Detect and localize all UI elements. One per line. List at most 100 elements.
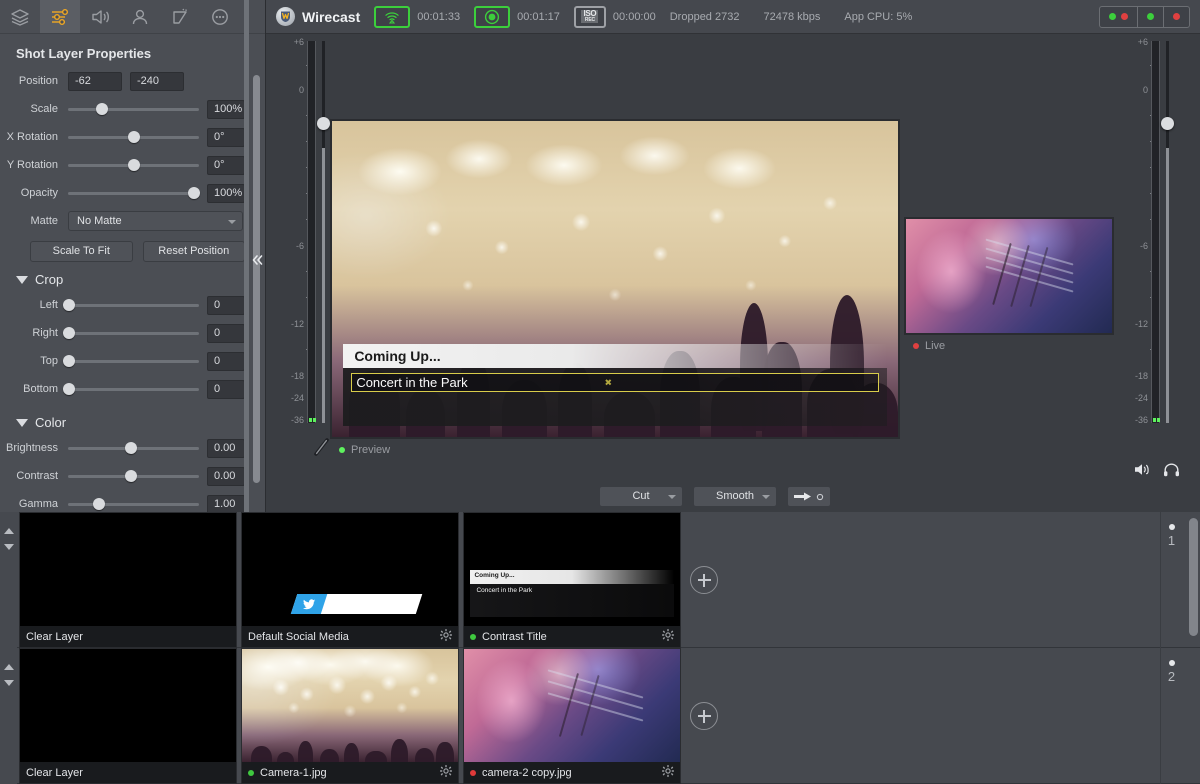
live-label-text: Live: [925, 340, 946, 352]
add-shot-button-layer-2[interactable]: [690, 702, 718, 730]
layers-icon-button[interactable]: [0, 0, 40, 33]
add-shot-button-layer-1[interactable]: [690, 566, 718, 594]
gamma-slider[interactable]: [68, 495, 199, 513]
layer-down-icon[interactable]: [3, 680, 14, 686]
opacity-value[interactable]: 100%: [207, 183, 245, 203]
audio-fader-knob-left[interactable]: [317, 117, 330, 130]
layer-up-icon[interactable]: [3, 664, 14, 670]
shot-contrast-title[interactable]: Coming Up... Concert in the Park Contras…: [463, 512, 681, 648]
live-monitor[interactable]: Live: [904, 182, 1120, 352]
contrast-knob[interactable]: [124, 470, 137, 482]
transition-icon-button[interactable]: [160, 0, 200, 33]
layer-down-icon[interactable]: [3, 544, 14, 550]
led-cell-both[interactable]: [1100, 6, 1138, 27]
position-x-field[interactable]: -62: [68, 71, 122, 91]
led-cell-green[interactable]: [1138, 6, 1164, 27]
shot-clear-layer[interactable]: Clear Layer: [19, 648, 237, 784]
transition-mode-select[interactable]: Cut: [599, 486, 683, 507]
x-rotation-slider[interactable]: [68, 128, 199, 146]
main-stage: +6 0 -6 -12 -18 -24 -36 Coming Up... Con…: [266, 34, 1200, 512]
layer-number-2[interactable]: 2: [1160, 648, 1182, 784]
scale-value[interactable]: 100%: [207, 99, 245, 119]
audio-fader-track-right[interactable]: [1166, 41, 1169, 423]
position-y-field[interactable]: -240: [130, 71, 184, 91]
audio-icon-button[interactable]: [80, 0, 120, 33]
title-text-value: Concert in the Park: [356, 375, 468, 391]
crop-right-value[interactable]: 0: [207, 323, 245, 343]
preview-video-canvas[interactable]: Coming Up... Concert in the Park ✖: [330, 119, 900, 439]
shot-bin-scrollbar[interactable]: [1189, 518, 1198, 642]
crop-right-knob[interactable]: [63, 327, 76, 339]
contrast-slider[interactable]: [68, 467, 199, 485]
opacity-slider[interactable]: [68, 184, 200, 202]
reset-position-button[interactable]: Reset Position: [142, 241, 245, 262]
transition-mode-value: Cut: [632, 490, 650, 502]
more-icon-button[interactable]: [200, 0, 240, 33]
y-rotation-slider[interactable]: [68, 156, 199, 174]
headphones-icon[interactable]: [1163, 462, 1180, 480]
crop-right-slider[interactable]: [63, 324, 199, 342]
crop-top-slider[interactable]: [63, 352, 199, 370]
audio-fader-knob-right[interactable]: [1161, 117, 1174, 130]
shot-clear-layer[interactable]: Clear Layer: [19, 512, 237, 648]
live-video-canvas[interactable]: [904, 217, 1114, 335]
dropped-frames-status: Dropped 2732: [669, 10, 740, 23]
inspector-scrollbar[interactable]: [253, 75, 260, 507]
shot-camera-1[interactable]: Camera-1.jpg: [241, 648, 459, 784]
color-section-header[interactable]: Color: [0, 405, 265, 436]
gear-icon[interactable]: [440, 629, 452, 644]
y-rotation-value[interactable]: 0°: [207, 155, 245, 175]
gamma-knob[interactable]: [93, 498, 106, 510]
audio-level-bars-left: [307, 41, 316, 423]
crop-bottom-slider[interactable]: [63, 380, 199, 398]
audio-fader-track-left[interactable]: [322, 41, 325, 423]
brightness-slider[interactable]: [68, 439, 199, 457]
title-text-input[interactable]: Concert in the Park ✖: [351, 373, 879, 393]
preview-monitor[interactable]: Coming Up... Concert in the Park ✖ Previ…: [330, 84, 904, 464]
crop-section-header[interactable]: Crop: [0, 262, 265, 293]
gear-icon[interactable]: [440, 765, 452, 780]
person-icon-button[interactable]: [120, 0, 160, 33]
go-transition-button[interactable]: [787, 486, 831, 507]
contrast-value[interactable]: 0.00: [207, 466, 245, 486]
position-label: Position: [18, 75, 58, 87]
crop-top-knob[interactable]: [63, 355, 76, 367]
broadcast-button[interactable]: [374, 5, 411, 28]
shot-camera-2-copy[interactable]: camera-2 copy.jpg: [463, 648, 681, 784]
brightness-value[interactable]: 0.00: [207, 438, 245, 458]
collapse-panel-button[interactable]: [248, 236, 266, 284]
y-rotation-knob[interactable]: [127, 159, 140, 171]
record-button[interactable]: [474, 5, 511, 28]
title-overlay[interactable]: Coming Up... Concert in the Park ✖: [343, 343, 887, 426]
layer-up-icon[interactable]: [3, 528, 14, 534]
crop-right-track: [68, 332, 199, 335]
brightness-knob[interactable]: [124, 442, 137, 454]
crop-top-value[interactable]: 0: [207, 351, 245, 371]
crop-bottom-value[interactable]: 0: [207, 379, 245, 399]
scrollbar-thumb[interactable]: [1189, 518, 1198, 636]
transition-style-select[interactable]: Smooth: [693, 486, 777, 507]
iso-record-button[interactable]: ISO REC: [573, 5, 606, 28]
crop-left-slider[interactable]: [63, 296, 199, 314]
crop-left-track: [68, 304, 199, 307]
selection-handle-icon[interactable]: ✖: [604, 377, 612, 388]
scale-slider[interactable]: [68, 100, 199, 118]
gear-icon[interactable]: [662, 629, 674, 644]
led-cell-red[interactable]: [1164, 7, 1189, 27]
shot-default-social-media[interactable]: Default Social Media: [241, 512, 459, 648]
matte-select[interactable]: No Matte: [68, 211, 243, 231]
layer-number-1[interactable]: 1: [1160, 512, 1182, 648]
crop-left-value[interactable]: 0: [207, 295, 245, 315]
sliders-icon-button[interactable]: [40, 0, 80, 33]
x-rotation-value[interactable]: 0°: [207, 127, 245, 147]
crop-bottom-knob[interactable]: [63, 383, 76, 395]
speaker-icon[interactable]: [1134, 462, 1151, 480]
scale-to-fit-button[interactable]: Scale To Fit: [30, 241, 133, 262]
scale-knob[interactable]: [96, 103, 109, 115]
gamma-value[interactable]: 1.00: [207, 494, 245, 514]
crop-left-knob[interactable]: [63, 299, 76, 311]
gear-icon[interactable]: [662, 765, 674, 780]
opacity-knob[interactable]: [187, 187, 200, 199]
x-rotation-knob[interactable]: [127, 131, 140, 143]
meter-tick: -6: [1139, 241, 1148, 251]
